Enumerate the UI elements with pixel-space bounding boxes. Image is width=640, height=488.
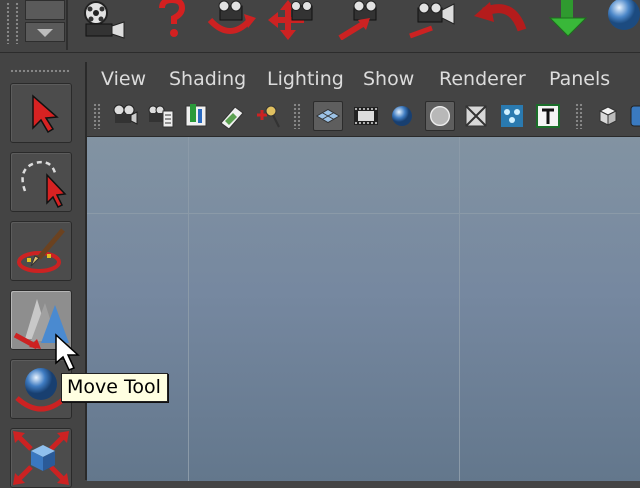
scale-tool[interactable] [10,428,72,488]
panel-menu-bar: View Shading Lighting Show Renderer Pane… [87,62,640,96]
shelf-menu-button[interactable] [25,22,65,42]
xray-icon[interactable] [461,101,491,131]
green-down-arrow-icon[interactable] [546,0,590,40]
zoom-camera-icon[interactable] [253,101,283,131]
camera-zoom-icon[interactable] [404,0,456,40]
lasso-tool[interactable] [10,152,72,212]
shelf-bar [0,0,640,53]
mouse-pointer-icon [54,333,80,373]
camera-orbit-icon[interactable] [204,0,256,40]
shelf-grip-2[interactable] [15,2,19,44]
perspective-viewport[interactable] [87,136,640,481]
toolbar-separator-2 [575,103,583,129]
grid-line-vertical [188,137,189,481]
red-undo-arrow-icon[interactable] [472,0,532,40]
shelf-tab-button[interactable] [25,0,65,20]
menu-show[interactable]: Show [363,68,414,90]
scale-cube-icon [13,431,69,485]
toolbox [0,53,84,488]
help-question-icon[interactable] [148,0,192,40]
camera-film-icon[interactable] [76,0,128,40]
smooth-shade-icon[interactable] [387,101,417,131]
isolate-cube-icon[interactable] [593,101,623,131]
bookmark-icon[interactable] [181,101,211,131]
shelf-grip[interactable] [6,2,10,44]
film-gate-icon[interactable] [351,101,381,131]
image-plane-icon[interactable] [217,101,247,131]
camera-dolly-icon[interactable] [336,0,388,40]
sphere-icon[interactable] [600,0,640,40]
lighting-icon[interactable] [497,101,527,131]
toolbox-grip[interactable] [10,69,70,73]
wireframe-on-shaded-icon[interactable] [425,101,455,131]
paint-brush-icon [17,228,65,273]
panel-toolbar [87,98,640,134]
grid-icon[interactable] [313,101,343,131]
toolbar-grip[interactable] [93,103,101,129]
menu-renderer[interactable]: Renderer [439,68,526,90]
grid-line-horizontal [87,213,640,214]
camera-attributes-icon[interactable] [145,101,175,131]
camera-track-icon[interactable] [266,0,318,40]
menu-lighting[interactable]: Lighting [267,68,344,90]
select-camera-icon[interactable] [109,101,139,131]
menu-view[interactable]: View [101,68,146,90]
menu-panels[interactable]: Panels [549,68,610,90]
select-arrow-icon [32,94,59,134]
paint-select-tool[interactable] [10,221,72,281]
grid-line-vertical [459,137,460,481]
toolbar-overflow-icon[interactable] [629,101,640,131]
texture-icon[interactable] [533,101,563,131]
toolbar-separator-1 [293,103,301,129]
tooltip: Move Tool [61,373,168,402]
menu-shading[interactable]: Shading [169,68,246,90]
select-tool[interactable] [10,83,72,143]
lasso-icon [21,160,67,209]
model-panel: View Shading Lighting Show Renderer Pane… [85,62,640,481]
